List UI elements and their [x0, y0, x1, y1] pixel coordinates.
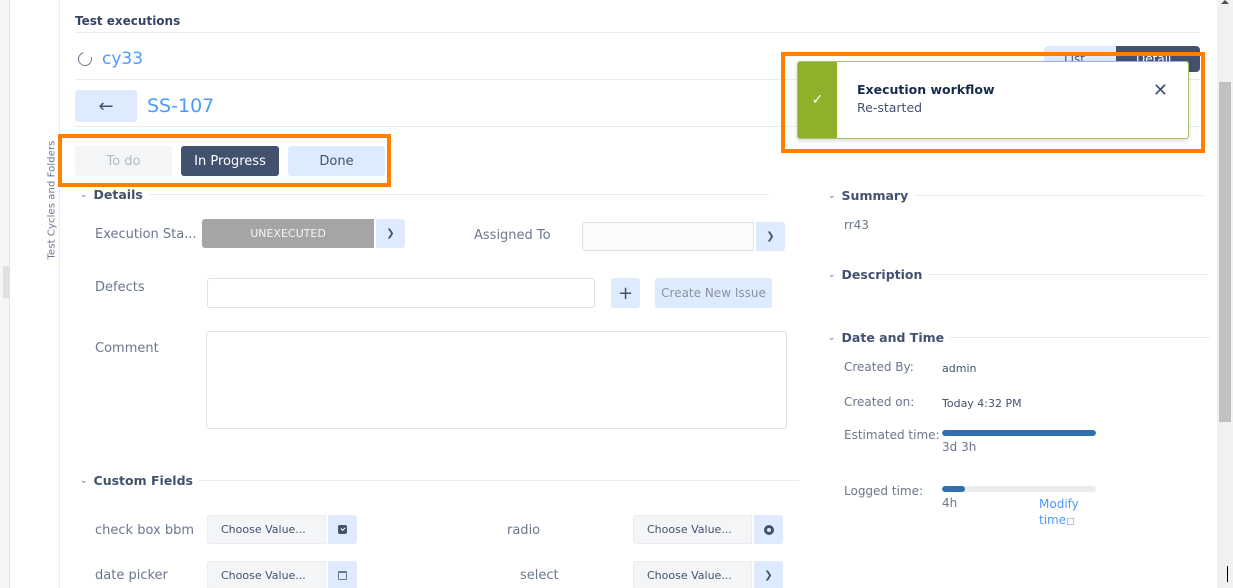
scrollbar-thumb[interactable] [1219, 82, 1231, 422]
created-by-value: admin [942, 362, 977, 375]
chevron-down-icon: ❯ [766, 231, 775, 242]
modify-time-link-text[interactable]: time [1039, 513, 1066, 527]
checkbox-field-select[interactable]: Choose Value... [207, 515, 326, 544]
comment-label: Comment [95, 341, 159, 356]
custom-field-label: date picker [95, 568, 168, 583]
cycle-name-link[interactable]: cy33 [102, 49, 143, 69]
assigned-to-label: Assigned To [474, 228, 551, 243]
text-cursor [1227, 566, 1228, 582]
created-by-label: Created By: [844, 360, 914, 374]
chevron-down-icon: ⌄ [828, 190, 836, 201]
custom-field-label: check box bbm [95, 523, 194, 538]
workflow-in-progress-button[interactable]: In Progress [181, 146, 279, 176]
details-section-toggle[interactable]: ⌄ Details [80, 187, 769, 202]
assigned-to-dropdown-button[interactable]: ❯ [756, 222, 785, 251]
custom-field-label: select [520, 568, 559, 583]
workflow-done-button[interactable]: Done [288, 146, 385, 176]
select-field-select[interactable]: Choose Value... [633, 561, 752, 588]
workflow-buttons: To do In Progress Done [75, 146, 385, 176]
logged-time-value: 4h [942, 496, 958, 510]
divider [914, 195, 1205, 196]
workflow-todo-button[interactable]: To do [75, 146, 172, 176]
execution-status-select[interactable]: UNEXECUTED [202, 219, 374, 248]
date-time-section-toggle[interactable]: ⌄ Date and Time [828, 330, 1211, 345]
radio-field-button[interactable] [754, 515, 783, 544]
issue-header: ← SS-107 [75, 90, 214, 122]
created-on-value: Today 4:32 PM [942, 397, 1022, 410]
cycle-header: cy33 [75, 49, 143, 69]
side-panel-label[interactable]: Test Cycles and Folders [47, 141, 58, 260]
execution-status-label: Execution Sta... [95, 227, 197, 242]
divider [75, 32, 1200, 33]
check-icon: ✓ [811, 92, 824, 108]
back-button[interactable]: ← [75, 90, 137, 122]
estimated-time-bar-fill [942, 430, 1096, 436]
select-field-dropdown-button[interactable]: ❯ [754, 561, 783, 588]
modify-time-link[interactable]: Modify time□ [1039, 496, 1079, 530]
description-section-toggle[interactable]: ⌄ Description [828, 267, 1209, 282]
chevron-down-icon: ⌄ [80, 475, 88, 486]
page-title: Test executions [75, 14, 181, 28]
chevron-down-icon: ⌄ [828, 332, 836, 343]
close-icon[interactable]: ✕ [1153, 80, 1168, 101]
create-new-issue-button[interactable]: Create New Issue [655, 278, 772, 308]
add-defect-button[interactable]: + [611, 278, 640, 308]
description-heading: Description [841, 267, 923, 282]
toast-title: Execution workflow [857, 82, 995, 97]
divider [148, 194, 769, 195]
divider [928, 274, 1209, 275]
summary-heading: Summary [841, 188, 909, 203]
modify-time-link-text[interactable]: Modify [1039, 497, 1079, 511]
custom-field-label: radio [507, 523, 541, 538]
created-on-label: Created on: [844, 395, 915, 409]
resize-grip[interactable] [3, 266, 10, 298]
date-time-heading: Date and Time [841, 330, 945, 345]
defects-input[interactable] [207, 278, 595, 308]
issue-key-link[interactable]: SS-107 [147, 95, 214, 117]
toast-message: Re-started [857, 100, 923, 115]
estimated-time-bar [942, 430, 1096, 436]
assigned-to-input[interactable] [582, 222, 754, 251]
date-picker-button[interactable] [328, 561, 357, 588]
comment-textarea[interactable] [206, 331, 787, 429]
estimated-time-value: 3d 3h [942, 440, 977, 454]
chevron-down-icon: ⌄ [828, 269, 836, 280]
toast-notification: ✓ Execution workflow Re-started ✕ [797, 61, 1189, 139]
scroll-up-arrow-icon[interactable] [1221, 0, 1229, 4]
details-heading: Details [93, 187, 143, 202]
estimated-time-label: Estimated time: [844, 428, 940, 442]
divider [198, 480, 799, 481]
radio-icon [763, 524, 774, 535]
chevron-down-icon: ❯ [764, 570, 773, 581]
plus-icon: + [617, 282, 634, 304]
custom-fields-section-toggle[interactable]: ⌄ Custom Fields [80, 473, 799, 488]
custom-fields-heading: Custom Fields [93, 473, 193, 488]
toast-status-stripe: ✓ [798, 62, 837, 138]
execution-status-dropdown-button[interactable]: ❯ [376, 219, 405, 248]
left-edge-strip [0, 0, 10, 588]
arrow-left-icon: ← [98, 95, 114, 117]
checkbox-field-button[interactable] [328, 515, 357, 544]
summary-section-toggle[interactable]: ⌄ Summary [828, 188, 1205, 203]
checkbox-icon [338, 525, 347, 534]
logged-time-bar [942, 486, 1096, 492]
logged-time-bar-fill [942, 486, 966, 492]
logged-time-label: Logged time: [844, 484, 924, 498]
summary-value: rr43 [844, 218, 869, 232]
date-picker-field-select[interactable]: Choose Value... [207, 561, 326, 588]
external-window-icon: □ [1066, 517, 1075, 527]
radio-field-select[interactable]: Choose Value... [633, 515, 752, 544]
side-panel-collapsed[interactable]: Test Cycles and Folders [10, 0, 60, 588]
divider [950, 337, 1211, 338]
defects-label: Defects [95, 280, 145, 295]
calendar-icon [338, 571, 347, 580]
loading-spinner-icon [75, 49, 95, 69]
chevron-down-icon: ⌄ [80, 189, 88, 200]
chevron-down-icon: ❯ [386, 228, 395, 239]
vertical-scrollbar[interactable] [1217, 0, 1233, 588]
